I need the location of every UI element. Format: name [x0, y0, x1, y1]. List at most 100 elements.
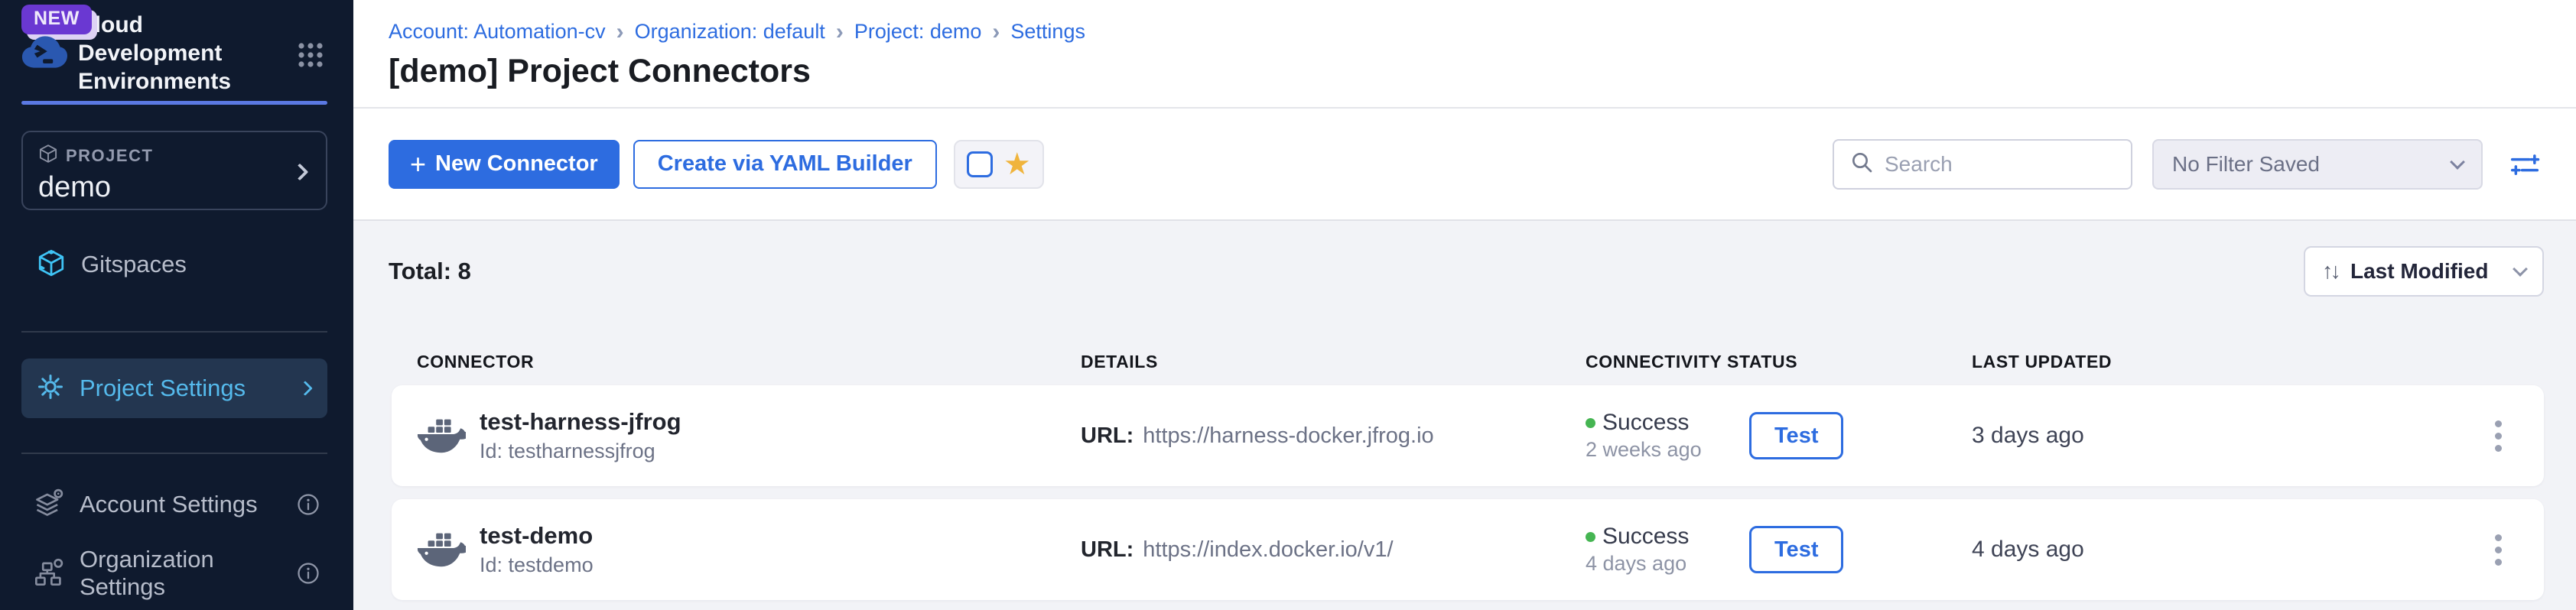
app-grid-icon[interactable] [297, 41, 324, 73]
column-header-last-updated: LAST UPDATED [1972, 352, 2509, 372]
status-text: Success [1602, 524, 1689, 550]
connector-name: test-demo [480, 522, 594, 550]
last-updated-text: 4 days ago [1972, 537, 2084, 563]
sort-dropdown[interactable]: ↑↓ Last Modified [2304, 246, 2544, 297]
star-icon: ★ [1003, 149, 1031, 180]
docker-icon [417, 415, 466, 457]
project-selector-label: PROJECT [66, 146, 153, 166]
gitspaces-cube-icon [37, 248, 66, 281]
connector-id: Id: testharnessjfrog [480, 440, 681, 463]
sidebar-item-account-settings[interactable]: Account Settings [21, 483, 327, 526]
status-time: 2 weeks ago [1586, 438, 1735, 462]
connectivity-cell: Success 2 weeks ago Test [1586, 410, 1972, 462]
saved-filter-value: No Filter Saved [2172, 152, 2320, 177]
test-connection-button[interactable]: Test [1749, 526, 1843, 573]
plus-icon: + [410, 153, 426, 176]
org-chart-gear-icon [34, 556, 64, 591]
sort-arrows-icon: ↑↓ [2322, 259, 2338, 284]
saved-filter-dropdown[interactable]: No Filter Saved [2152, 139, 2483, 190]
sidebar-item-label: Organization Settings [80, 546, 281, 601]
chevron-down-icon [2450, 154, 2465, 170]
breadcrumb-separator: › [836, 21, 844, 42]
breadcrumb-separator: › [992, 21, 1000, 42]
search-input[interactable] [1885, 152, 2116, 177]
connector-name: test-harness-jfrog [480, 408, 681, 436]
breadcrumb-account[interactable]: Account: Automation-cv [389, 20, 606, 44]
sidebar-divider [21, 453, 327, 454]
connector-cell: test-demo Id: testdemo [417, 522, 1081, 577]
list-summary-row: Total: 8 ↑↓ Last Modified [389, 246, 2544, 297]
status-success-dot [1586, 418, 1595, 428]
column-header-connector: CONNECTOR [417, 352, 1081, 372]
sidebar-item-label: Account Settings [80, 491, 258, 518]
sidebar-item-label: Project Settings [80, 375, 246, 402]
status-success-dot [1586, 532, 1595, 542]
new-badge: NEW [21, 5, 92, 34]
info-icon[interactable] [297, 493, 320, 516]
connectors-list-panel: Total: 8 ↑↓ Last Modified CONNECTOR DETA… [353, 221, 2576, 610]
last-updated-cell: 4 days ago [1972, 530, 2509, 570]
table-row[interactable]: test-harness-jfrog Id: testharnessjfrog … [392, 385, 2544, 486]
chevron-right-icon [298, 381, 313, 396]
layers-gear-icon [34, 488, 64, 522]
table-row[interactable]: test-demo Id: testdemo URL: https://inde… [392, 499, 2544, 600]
favorites-filter-group: ★ [954, 140, 1044, 189]
search-box [1833, 139, 2132, 190]
details-cell: URL: https://harness-docker.jfrog.io [1081, 423, 1586, 449]
test-connection-button[interactable]: Test [1749, 412, 1843, 459]
total-count: Total: 8 [389, 258, 471, 285]
project-selector[interactable]: PROJECT demo [21, 131, 327, 210]
new-connector-button[interactable]: + New Connector [389, 140, 620, 189]
page-title: [demo] Project Connectors [389, 53, 2576, 90]
toolbar: + New Connector Create via YAML Builder … [353, 109, 2576, 221]
status-block: Success 4 days ago [1586, 524, 1735, 576]
project-cube-icon [38, 144, 58, 167]
main-area: Account: Automation-cv › Organization: d… [353, 0, 2576, 610]
row-menu-button[interactable] [2487, 416, 2509, 456]
row-menu-button[interactable] [2487, 530, 2509, 570]
breadcrumb-project[interactable]: Project: demo [854, 20, 982, 44]
new-connector-label: New Connector [435, 151, 598, 177]
page-header: Account: Automation-cv › Organization: d… [353, 0, 2576, 109]
url-label: URL: [1081, 423, 1134, 449]
status-time: 4 days ago [1586, 552, 1735, 576]
app-window: NEW Cloud Development Environments [0, 0, 2576, 610]
breadcrumb-separator: › [616, 21, 624, 42]
sidebar-item-gitspaces[interactable]: Gitspaces [21, 248, 327, 281]
breadcrumb: Account: Automation-cv › Organization: d… [389, 20, 2576, 44]
sort-value: Last Modified [2350, 259, 2488, 284]
info-icon[interactable] [297, 562, 320, 585]
gear-icon [37, 373, 64, 404]
sidebar: NEW Cloud Development Environments [0, 0, 353, 610]
sidebar-item-organization-settings[interactable]: Organization Settings [21, 552, 327, 595]
connector-name-block: test-harness-jfrog Id: testharnessjfrog [480, 408, 681, 463]
last-updated-text: 3 days ago [1972, 423, 2084, 449]
column-header-connectivity-status: CONNECTIVITY STATUS [1586, 352, 1972, 372]
docker-icon [417, 529, 466, 571]
chevron-down-icon [2513, 261, 2528, 277]
connector-name-block: test-demo Id: testdemo [480, 522, 594, 577]
app-title: Cloud Development Environments [78, 0, 254, 96]
breadcrumb-organization[interactable]: Organization: default [635, 20, 825, 44]
url-label: URL: [1081, 537, 1134, 563]
breadcrumb-settings[interactable]: Settings [1010, 20, 1085, 44]
sidebar-item-label: Gitspaces [81, 251, 187, 278]
table-header-row: CONNECTOR DETAILS CONNECTIVITY STATUS LA… [389, 352, 2544, 372]
status-block: Success 2 weeks ago [1586, 410, 1735, 462]
connector-cell: test-harness-jfrog Id: testharnessjfrog [417, 408, 1081, 463]
yaml-builder-button[interactable]: Create via YAML Builder [633, 140, 937, 189]
sidebar-item-project-settings[interactable]: Project Settings [21, 359, 327, 418]
details-cell: URL: https://index.docker.io/v1/ [1081, 537, 1586, 563]
url-value: https://index.docker.io/v1/ [1143, 537, 1393, 563]
status-text: Success [1602, 410, 1689, 436]
logo-block: NEW Cloud Development Environments [21, 0, 327, 93]
search-icon [1849, 150, 1874, 178]
filter-settings-button[interactable] [2509, 148, 2541, 180]
column-header-details: DETAILS [1081, 352, 1586, 372]
connectivity-cell: Success 4 days ago Test [1586, 524, 1972, 576]
url-value: https://harness-docker.jfrog.io [1143, 423, 1433, 449]
favorites-checkbox[interactable] [967, 151, 993, 177]
connector-id: Id: testdemo [480, 553, 594, 577]
sidebar-accent-rule [21, 101, 327, 105]
last-updated-cell: 3 days ago [1972, 416, 2509, 456]
